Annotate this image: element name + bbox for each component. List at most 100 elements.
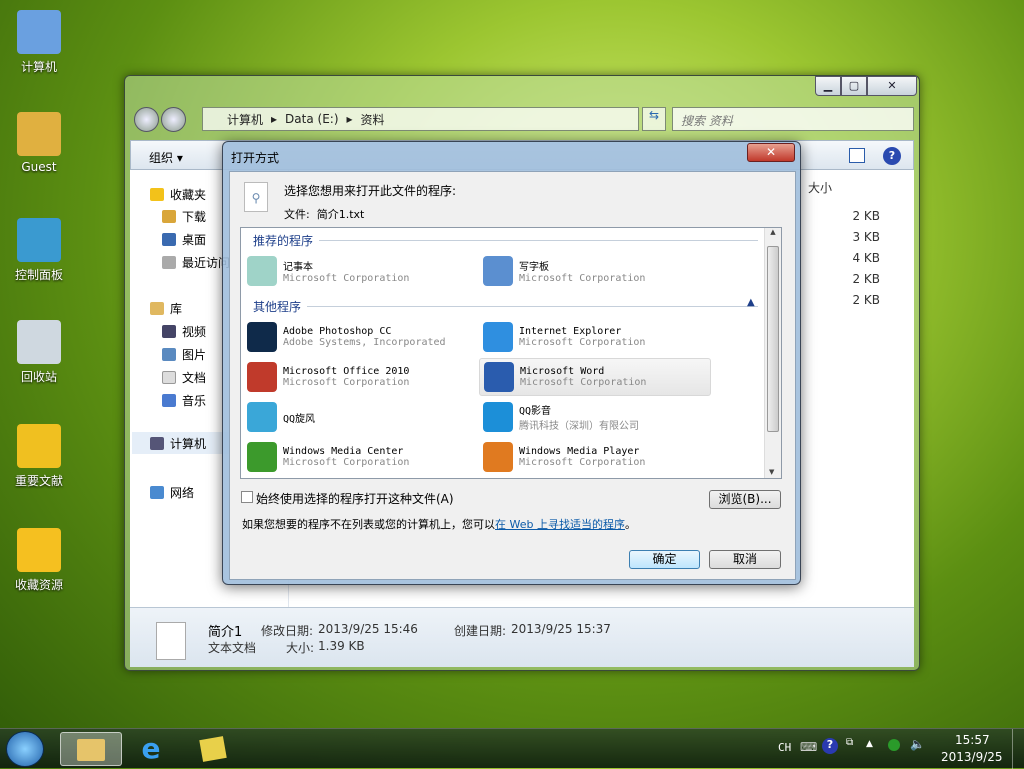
network-icon[interactable]	[888, 739, 900, 751]
language-indicator[interactable]: CH	[778, 741, 791, 754]
maximize-button[interactable]: ▢	[841, 76, 867, 96]
program-item[interactable]: Windows Media Center Microsoft Corporatio…	[243, 438, 475, 476]
help-icon[interactable]: ?	[883, 147, 901, 165]
clock-date[interactable]: 2013/9/25	[941, 750, 1003, 764]
created-value: 2013/9/25 15:37	[511, 622, 611, 636]
program-item[interactable]: Microsoft Office 2010 Microsoft Corporati…	[243, 358, 475, 396]
preview-pane-icon[interactable]	[849, 148, 865, 163]
column-header-size[interactable]: 大小	[808, 179, 878, 196]
show-desktop-button[interactable]	[1012, 729, 1024, 769]
volume-icon[interactable]: 🔈	[910, 737, 925, 751]
app-icon	[199, 736, 227, 762]
nav-videos[interactable]: 视频	[162, 323, 206, 340]
program-item[interactable]: QQ影音 腾讯科技（深圳）有限公司	[479, 398, 711, 436]
program-item[interactable]: Adobe Photoshop CC Adobe Systems, Incorpo…	[243, 318, 475, 356]
file-size: 2 KB	[852, 293, 880, 307]
media-player-icon	[483, 442, 513, 472]
desktop-icon[interactable]: 控制面板	[4, 218, 74, 283]
desktop-icon[interactable]: 重要文献	[4, 424, 74, 489]
nav-pictures[interactable]: 图片	[162, 346, 206, 363]
taskbar-ie-icon[interactable]: e	[120, 732, 182, 766]
ok-button[interactable]: 确定	[629, 550, 700, 569]
program-item[interactable]: QQ旋风	[243, 398, 475, 436]
close-button[interactable]: ✕	[867, 76, 917, 96]
control-panel-icon	[17, 218, 61, 262]
group-other[interactable]: 其他程序	[253, 298, 758, 315]
taskbar-app[interactable]	[182, 732, 244, 766]
always-use-label[interactable]: 始终使用选择的程序打开这种文件(A)	[256, 490, 454, 507]
taskbar-explorer[interactable]	[60, 732, 122, 766]
desktop-icon[interactable]: 回收站	[4, 320, 74, 385]
file-type: 文本文档	[208, 641, 257, 655]
always-use-checkbox[interactable]	[241, 491, 253, 503]
collapse-icon[interactable]: ▲	[747, 297, 755, 308]
wordpad-icon	[483, 256, 513, 286]
nav-documents[interactable]: 文档	[162, 369, 206, 386]
details-pane: 简介1 文本文档 修改日期: 2013/9/25 15:46 大小: 1.39 …	[130, 607, 914, 667]
nav-downloads[interactable]: 下载	[162, 208, 206, 225]
scroll-down-icon[interactable]: ▼	[769, 468, 774, 476]
window-restore-icon[interactable]: ⧉	[846, 737, 853, 748]
folder-icon	[77, 739, 105, 761]
file-name: 简介1	[208, 625, 243, 640]
breadcrumb-folder[interactable]: 资料	[361, 111, 385, 128]
nav-libraries[interactable]: 库	[150, 300, 182, 317]
photoshop-icon	[247, 322, 277, 352]
desktop-icon[interactable]: 计算机	[4, 10, 74, 75]
word-icon	[484, 362, 514, 392]
help-tray-icon[interactable]: ?	[822, 738, 838, 754]
program-item[interactable]: Microsoft Word Microsoft Corporation	[479, 358, 711, 396]
created-label: 创建日期:	[454, 624, 507, 638]
ie-icon	[483, 322, 513, 352]
office-icon	[247, 362, 277, 392]
modified-value: 2013/9/25 15:46	[318, 622, 418, 636]
file-size: 2 KB	[852, 272, 880, 286]
scrollbar[interactable]: ▲ ▼	[764, 228, 781, 478]
scroll-up-icon[interactable]: ▲	[765, 228, 781, 236]
program-list[interactable]: 推荐的程序 其他程序 ▲ 记事本 Microsoft Corporation 写字板…	[240, 227, 782, 479]
dialog-close-button[interactable]: ✕	[747, 143, 795, 162]
nav-favorites[interactable]: 收藏夹	[150, 186, 206, 203]
dialog-prompt: 选择您想用来打开此文件的程序:	[284, 184, 457, 198]
search-input[interactable]: 搜索 资料	[672, 107, 914, 131]
nav-recent[interactable]: 最近访问	[162, 254, 230, 271]
recycle-bin-icon	[17, 320, 61, 364]
text-file-icon	[156, 622, 186, 660]
nav-network[interactable]: 网络	[150, 484, 194, 501]
media-center-icon	[247, 442, 277, 472]
chevron-right-icon: ▸	[346, 112, 353, 126]
back-button[interactable]	[134, 107, 159, 132]
breadcrumb-drive[interactable]: Data (E:)	[285, 112, 338, 126]
minimize-button[interactable]: ▁	[815, 76, 841, 96]
cancel-button[interactable]: 取消	[709, 550, 781, 569]
program-item[interactable]: Windows Media Player Microsoft Corporatio…	[479, 438, 711, 476]
web-search-link[interactable]: 在 Web 上寻找适当的程序	[495, 518, 625, 531]
star-shortcut-icon	[17, 528, 61, 572]
computer-icon	[17, 10, 61, 54]
open-with-dialog: 打开方式 ✕ ⚲ 选择您想用来打开此文件的程序: 文件: 简介1.txt 推荐的…	[222, 141, 801, 585]
nav-music[interactable]: 音乐	[162, 392, 206, 409]
nav-desktop[interactable]: 桌面	[162, 231, 206, 248]
address-bar[interactable]: 计算机 ▸ Data (E:) ▸ 资料	[202, 107, 639, 131]
hint-text: 如果您想要的程序不在列表或您的计算机上，您可以	[242, 518, 495, 531]
desktop-icon[interactable]: 收藏资源	[4, 528, 74, 593]
notepad-icon	[247, 256, 277, 286]
start-button[interactable]	[6, 731, 44, 767]
program-item[interactable]: Internet Explorer Microsoft Corporation	[479, 318, 711, 356]
show-hidden-icons[interactable]: ▲	[866, 739, 873, 749]
program-item[interactable]: 写字板 Microsoft Corporation	[479, 252, 711, 290]
size-label: 大小:	[286, 641, 315, 655]
program-item[interactable]: 记事本 Microsoft Corporation	[243, 252, 475, 290]
breadcrumb-computer[interactable]: 计算机	[227, 111, 263, 128]
desktop-icon[interactable]: Guest	[4, 112, 74, 174]
scrollbar-thumb[interactable]	[767, 246, 779, 432]
clock-time[interactable]: 15:57	[955, 733, 990, 747]
organize-button[interactable]: 组织 ▾	[149, 151, 183, 165]
refresh-icon[interactable]: ⇆	[642, 107, 666, 131]
file-size: 4 KB	[852, 251, 880, 265]
modified-label: 修改日期:	[261, 624, 314, 638]
forward-button[interactable]	[161, 107, 186, 132]
browse-button[interactable]: 浏览(B)...	[709, 490, 781, 509]
file-size: 3 KB	[852, 230, 880, 244]
keyboard-icon[interactable]: ⌨	[800, 740, 817, 754]
